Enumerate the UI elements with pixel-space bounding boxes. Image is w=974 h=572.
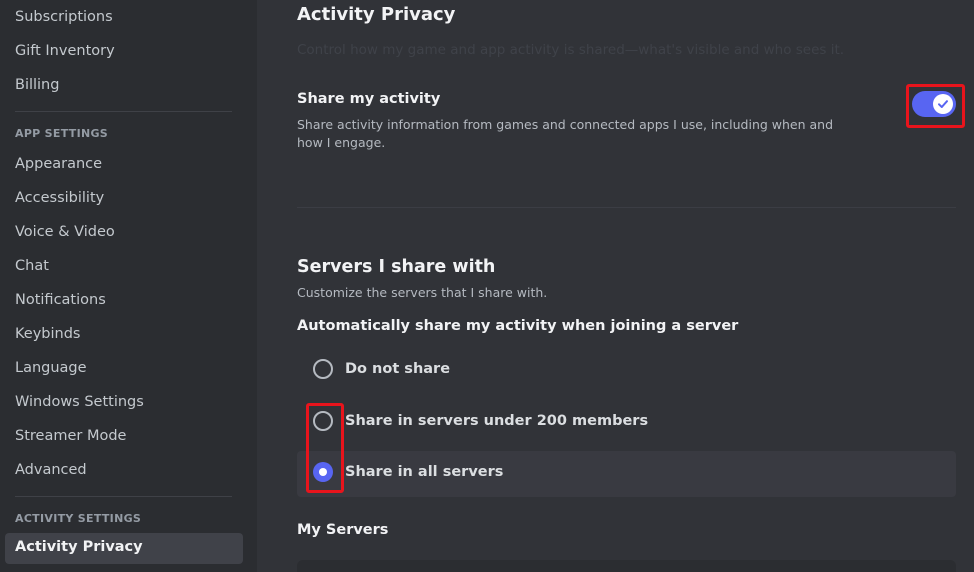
auto-share-label: Automatically share my activity when joi… [297, 318, 739, 334]
sidebar-divider [15, 496, 232, 497]
settings-sidebar: Subscriptions Gift Inventory Billing APP… [0, 0, 257, 572]
radio-button[interactable] [313, 411, 333, 431]
radio-button[interactable] [313, 359, 333, 379]
my-servers-list [297, 560, 956, 572]
share-activity-title: Share my activity [297, 91, 441, 107]
sidebar-item-notifications[interactable]: Notifications [15, 290, 106, 310]
radio-option-label: Do not share [345, 361, 451, 377]
share-activity-description: Share activity information from games an… [297, 117, 834, 150]
sidebar-item-subscriptions[interactable]: Subscriptions [15, 7, 113, 27]
sidebar-item-streamer-mode[interactable]: Streamer Mode [15, 426, 126, 446]
page-description: Control how my game and app activity is … [297, 42, 845, 58]
sidebar-item-gift-inventory[interactable]: Gift Inventory [15, 41, 115, 61]
radio-option-do-not-share[interactable]: Do not share [297, 348, 956, 394]
my-servers-label: My Servers [297, 522, 389, 538]
sidebar-item-billing[interactable]: Billing [15, 75, 59, 95]
sidebar-item-language[interactable]: Language [15, 358, 87, 378]
servers-section-title: Servers I share with [297, 257, 496, 277]
sidebar-item-chat[interactable]: Chat [15, 256, 49, 276]
servers-section-description: Customize the servers that I share with. [297, 285, 548, 300]
check-icon [938, 100, 948, 108]
sidebar-section-app-settings: APP SETTINGS [15, 127, 109, 140]
settings-window: Subscriptions Gift Inventory Billing APP… [0, 0, 974, 572]
sidebar-item-activity-privacy[interactable]: Activity Privacy [5, 533, 243, 564]
sidebar-item-accessibility[interactable]: Accessibility [15, 188, 104, 208]
radio-option-label: Share in all servers [345, 464, 504, 480]
radio-selected-dot [319, 468, 327, 476]
section-divider [297, 207, 956, 208]
sidebar-item-label: Activity Privacy [15, 539, 143, 555]
settings-content: Activity Privacy Control how my game and… [257, 0, 974, 572]
sidebar-item-windows-settings[interactable]: Windows Settings [15, 392, 144, 412]
sidebar-item-keybinds[interactable]: Keybinds [15, 324, 80, 344]
sidebar-item-appearance[interactable]: Appearance [15, 154, 102, 174]
radio-option-share-under-200[interactable]: Share in servers under 200 members [297, 400, 956, 446]
radio-button-selected[interactable] [313, 462, 333, 482]
share-activity-toggle[interactable] [912, 91, 956, 117]
sidebar-divider [15, 111, 232, 112]
page-title: Activity Privacy [297, 4, 456, 25]
sidebar-section-activity-settings: ACTIVITY SETTINGS [15, 512, 142, 525]
sidebar-item-voice-video[interactable]: Voice & Video [15, 222, 115, 242]
radio-option-share-all[interactable]: Share in all servers [297, 451, 956, 497]
sidebar-item-advanced[interactable]: Advanced [15, 460, 87, 480]
radio-option-label: Share in servers under 200 members [345, 413, 649, 429]
toggle-knob [933, 94, 953, 114]
